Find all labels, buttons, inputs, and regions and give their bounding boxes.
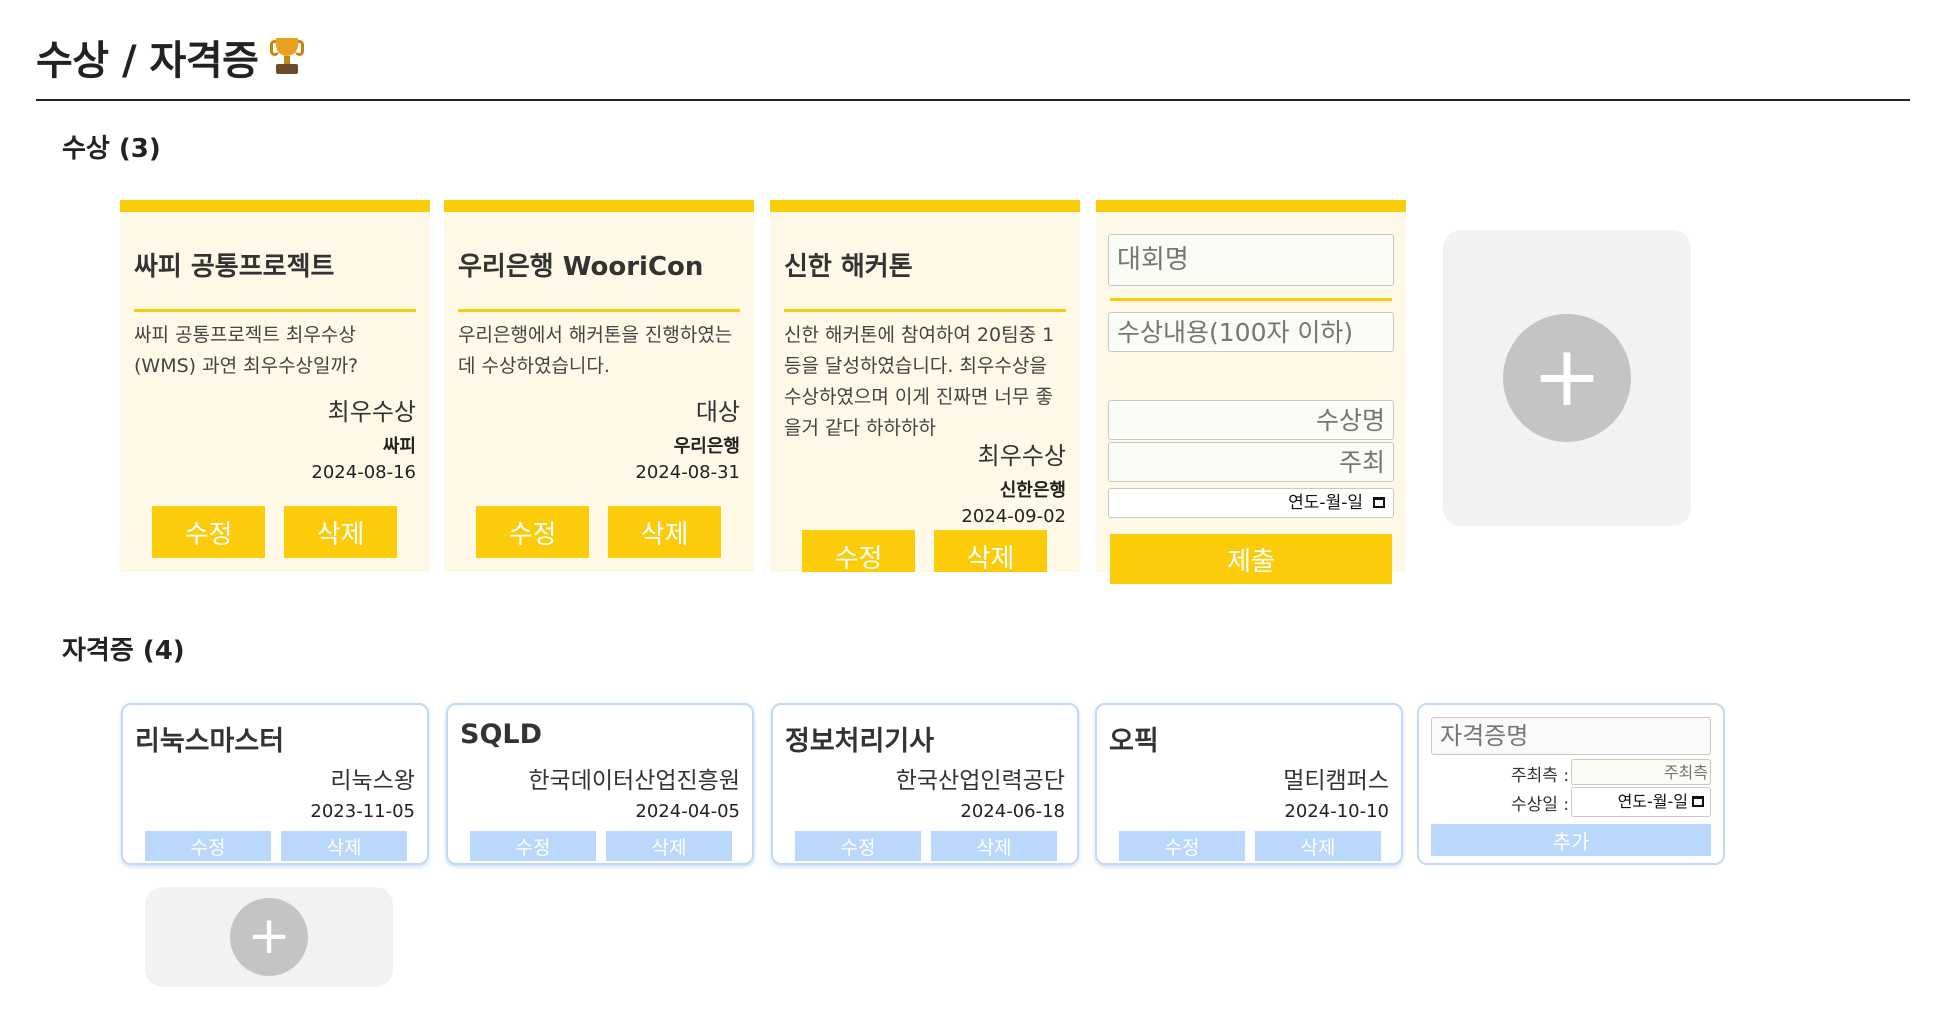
award-organizer: 싸피 xyxy=(382,436,416,457)
cert-issuer-input[interactable] xyxy=(1571,759,1711,785)
cert-card: 정보처리기사 한국산업인력공단 2024-06-18 수정 삭제 xyxy=(771,703,1079,865)
cert-form: 주최측 : 수상일 : 연도-월-일 추가 xyxy=(1417,703,1725,865)
plus-icon[interactable]: + xyxy=(230,898,308,976)
cert-date: 2023-11-05 xyxy=(310,801,415,822)
award-edit-button[interactable]: 수정 xyxy=(802,530,915,572)
contest-name-input[interactable] xyxy=(1108,234,1394,286)
award-edit-button[interactable]: 수정 xyxy=(152,506,265,558)
award-title: 신한 해커톤 xyxy=(784,252,913,282)
award-description: 싸피 공통프로젝트 최우수상 (WMS) 과연 최우수상일까? xyxy=(134,324,359,377)
cert-date: 2024-04-05 xyxy=(635,801,740,822)
cert-issuer: 한국산업인력공단 xyxy=(895,768,1065,794)
cert-edit-button[interactable]: 수정 xyxy=(145,831,271,861)
date-placeholder: 연도-월-일 xyxy=(1288,493,1363,513)
award-title: 우리은행 WooriCon xyxy=(458,252,704,282)
trophy-icon xyxy=(270,36,305,78)
award-date: 2024-08-31 xyxy=(635,462,740,483)
cert-issuer: 한국데이터산업진흥원 xyxy=(528,768,740,794)
title-divider xyxy=(36,99,1910,101)
cert-card: 리눅스마스터 리눅스왕 2023-11-05 수정 삭제 xyxy=(121,703,429,865)
award-edit-button[interactable]: 수정 xyxy=(476,506,589,558)
date-placeholder: 연도-월-일 xyxy=(1617,792,1688,811)
award-organizer-input[interactable] xyxy=(1108,442,1394,482)
cert-delete-button[interactable]: 삭제 xyxy=(1255,831,1381,861)
award-prize: 최우수상 xyxy=(977,442,1066,470)
award-date-input[interactable]: 연도-월-일 xyxy=(1108,488,1394,518)
award-card: 싸피 공통프로젝트 싸피 공통프로젝트 최우수상 (WMS) 과연 최우수상일까… xyxy=(120,200,430,572)
cert-date-input[interactable]: 연도-월-일 xyxy=(1571,787,1711,817)
cert-edit-button[interactable]: 수정 xyxy=(1119,831,1245,861)
add-award-tile[interactable]: + xyxy=(1443,230,1691,526)
award-content-input[interactable] xyxy=(1108,312,1394,352)
issue-date-label: 수상일 : xyxy=(1511,795,1570,815)
award-organizer: 신한은행 xyxy=(999,480,1066,501)
cert-add-button[interactable]: 추가 xyxy=(1431,824,1711,856)
calendar-icon[interactable] xyxy=(1692,796,1704,807)
plus-icon[interactable]: + xyxy=(1503,314,1631,442)
add-cert-tile[interactable]: + xyxy=(145,887,393,987)
cert-issuer: 멀티캠퍼스 xyxy=(1283,768,1389,794)
cert-title: SQLD xyxy=(460,719,543,750)
award-date: 2024-09-02 xyxy=(961,506,1066,527)
award-divider xyxy=(134,309,416,312)
award-form-divider xyxy=(1110,298,1392,301)
award-title: 싸피 공통프로젝트 xyxy=(134,252,335,282)
calendar-icon[interactable] xyxy=(1373,497,1385,508)
cert-edit-button[interactable]: 수정 xyxy=(795,831,921,861)
cert-date: 2024-10-10 xyxy=(1284,801,1389,822)
certs-section-title: 자격증 (4) xyxy=(62,636,185,666)
cert-edit-button[interactable]: 수정 xyxy=(470,831,596,861)
award-description: 우리은행에서 해커톤을 진행하였는데 수상하였습니다. xyxy=(458,324,733,377)
award-delete-button[interactable]: 삭제 xyxy=(934,530,1047,572)
award-card: 우리은행 WooriCon 우리은행에서 해커톤을 진행하였는데 수상하였습니다… xyxy=(444,200,754,572)
award-date: 2024-08-16 xyxy=(311,462,416,483)
page-title: 수상 / 자격증 xyxy=(36,28,305,86)
cert-delete-button[interactable]: 삭제 xyxy=(606,831,732,861)
award-divider xyxy=(784,309,1066,312)
award-name-input[interactable] xyxy=(1108,400,1394,440)
award-divider xyxy=(458,309,740,312)
award-prize: 최우수상 xyxy=(327,398,416,426)
award-delete-button[interactable]: 삭제 xyxy=(284,506,397,558)
cert-card: 오픽 멀티캠퍼스 2024-10-10 수정 삭제 xyxy=(1095,703,1403,865)
cert-issuer: 리눅스왕 xyxy=(330,768,415,794)
cert-delete-button[interactable]: 삭제 xyxy=(281,831,407,861)
cert-title: 정보처리기사 xyxy=(785,726,935,757)
award-submit-button[interactable]: 제출 xyxy=(1110,534,1392,584)
award-delete-button[interactable]: 삭제 xyxy=(608,506,721,558)
cert-title: 리눅스마스터 xyxy=(135,726,285,757)
cert-name-input[interactable] xyxy=(1431,717,1711,755)
cert-card: SQLD 한국데이터산업진흥원 2024-04-05 수정 삭제 xyxy=(446,703,754,865)
award-organizer: 우리은행 xyxy=(673,436,740,457)
award-card: 신한 해커톤 신한 해커톤에 참여하여 20팀중 1등을 달성하였습니다. 최우… xyxy=(770,200,1080,572)
page-title-text: 수상 / 자격증 xyxy=(36,38,259,84)
award-description: 신한 해커톤에 참여하여 20팀중 1등을 달성하였습니다. 최우수상을 수상하… xyxy=(784,324,1055,439)
cert-date: 2024-06-18 xyxy=(960,801,1065,822)
cert-delete-button[interactable]: 삭제 xyxy=(931,831,1057,861)
award-form: 연도-월-일 제출 xyxy=(1096,200,1406,584)
awards-section-title: 수상 (3) xyxy=(62,134,161,164)
cert-title: 오픽 xyxy=(1109,726,1159,757)
award-prize: 대상 xyxy=(695,398,740,426)
issuer-label: 주최측 : xyxy=(1511,766,1570,786)
